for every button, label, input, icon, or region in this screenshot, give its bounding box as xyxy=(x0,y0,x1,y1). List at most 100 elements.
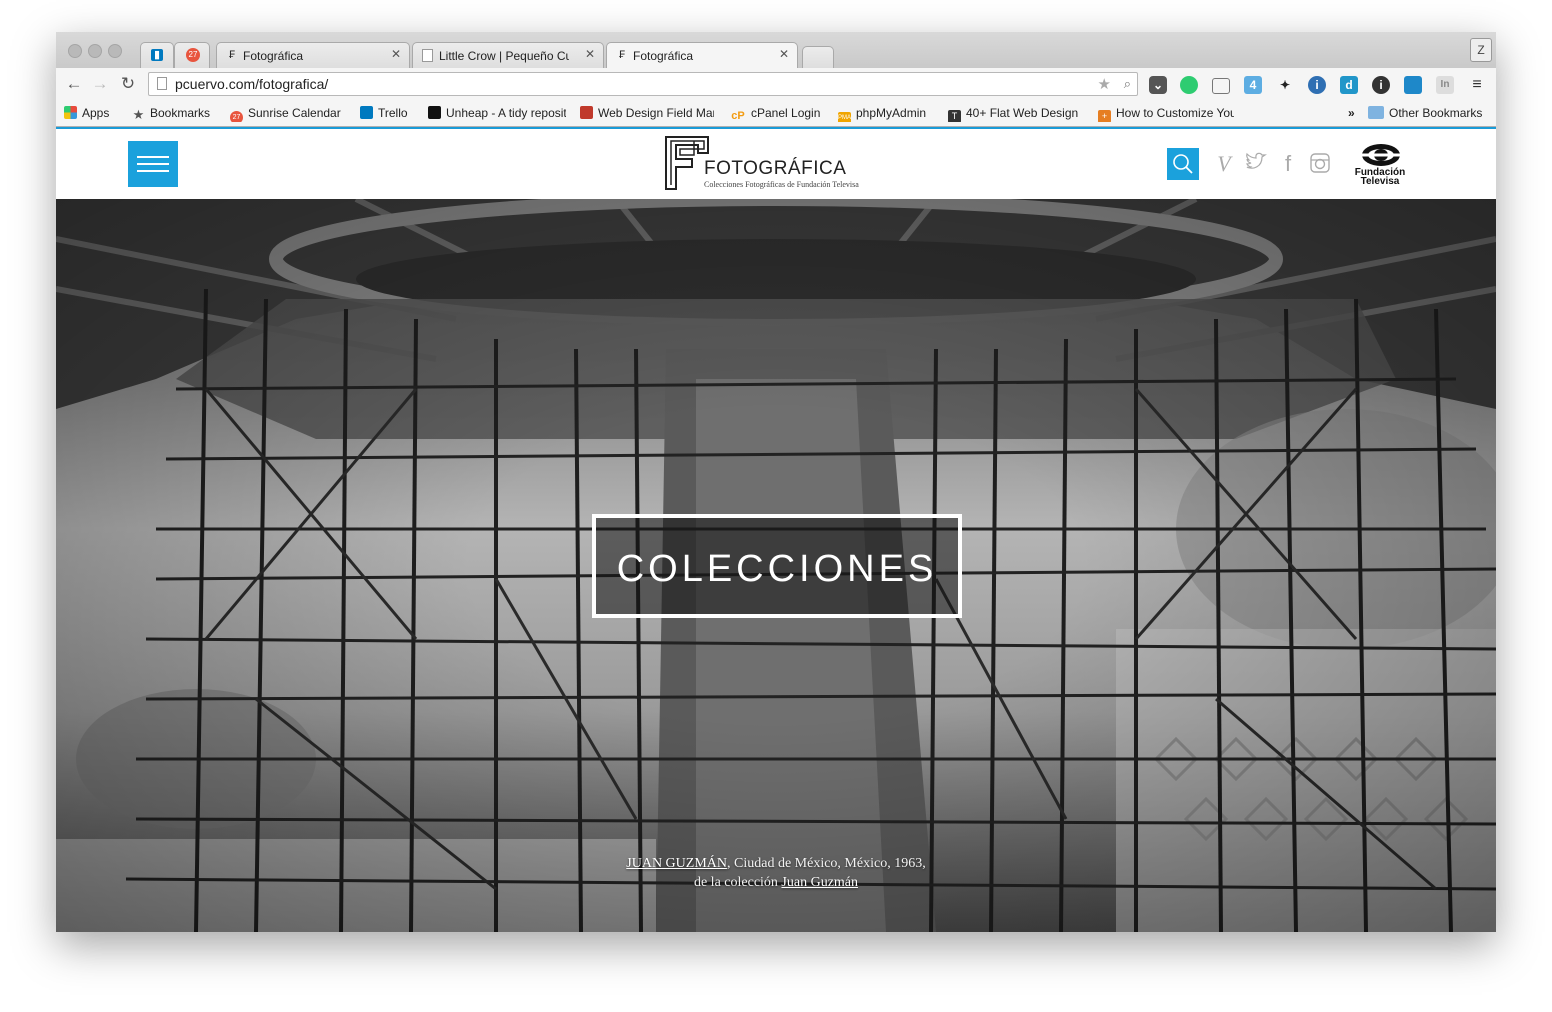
onepassword-icon[interactable]: i xyxy=(1372,76,1390,94)
close-icon[interactable]: ✕ xyxy=(585,47,595,61)
unheap-icon xyxy=(428,106,441,119)
bookmark-trello[interactable]: Trello xyxy=(360,106,408,122)
bookmark-other[interactable]: Other Bookmarks xyxy=(1368,106,1482,122)
bookmark-star-icon[interactable]: ★ xyxy=(1098,75,1111,93)
tab-little-crow[interactable]: Little Crow | Pequeño Cuervo ✕ xyxy=(412,42,604,68)
caption-line-2: de la colección Juan Guzmán xyxy=(526,873,1026,892)
evernote-icon[interactable] xyxy=(1180,76,1198,94)
bookmark-sunrise[interactable]: 27 Sunrise Calendar xyxy=(230,106,341,122)
fundacion-line2: Televisa xyxy=(1360,176,1400,187)
browser-toolbar: ← → ↻ pcuervo.com/fotografica/ ★ ⌕ ⌄ 4 ✦… xyxy=(56,68,1496,102)
hamburger-menu-button[interactable] xyxy=(128,141,178,187)
hero-title: COLECCIONES xyxy=(616,548,938,590)
bookmarks-overflow-button[interactable]: » xyxy=(1348,106,1355,122)
new-tab-button[interactable] xyxy=(802,46,834,68)
bookmark-label: Apps xyxy=(82,106,110,120)
chrome-menu-icon[interactable]: ≡ xyxy=(1468,76,1486,94)
bookmark-label: Other Bookmarks xyxy=(1389,106,1483,120)
bookmark-label: Bookmarks xyxy=(150,106,211,120)
d-extension-icon[interactable]: d xyxy=(1340,76,1358,94)
tab-fotografica-1[interactable]: ₣ Fotográfica ✕ xyxy=(216,42,410,68)
ninja-icon[interactable]: ✦ xyxy=(1276,76,1294,94)
ghostery-icon[interactable]: 4 xyxy=(1244,76,1262,94)
collection-link[interactable]: Juan Guzmán xyxy=(781,875,858,890)
photo-caption: JUAN GUZMÁN, Ciudad de México, México, 1… xyxy=(526,854,1026,892)
close-icon[interactable]: ✕ xyxy=(779,47,789,61)
search-button[interactable] xyxy=(1167,148,1199,180)
bookmark-label: Unheap - A tidy repository xyxy=(446,106,566,120)
caption-from: de la colección xyxy=(693,875,782,890)
close-icon[interactable]: ✕ xyxy=(391,47,401,61)
bookmark-cpanel[interactable]: cP cPanel Login xyxy=(730,106,820,122)
browser-window: ▮ 27 ₣ Fotográfica ✕ Little Crow | Peque… xyxy=(56,32,1496,932)
close-window-button[interactable] xyxy=(68,44,82,58)
fundacion-name: Fundación Televisa xyxy=(1346,168,1414,187)
magnifier-icon[interactable]: ⌕ xyxy=(1124,76,1131,92)
bookmark-label: Trello xyxy=(378,106,408,120)
minimize-window-button[interactable] xyxy=(88,44,102,58)
tab-label: Fotográfica xyxy=(243,49,304,63)
tab-trello[interactable]: ▮ xyxy=(140,42,174,68)
maximize-window-button[interactable] xyxy=(108,44,122,58)
calendar-27-icon: 27 xyxy=(186,48,200,62)
bookmark-unheap[interactable]: Unheap - A tidy repository xyxy=(428,106,566,122)
fotografica-icon: ₣ xyxy=(228,49,236,61)
logo-name: FOTOGRÁFICA xyxy=(704,158,847,179)
profile-button[interactable]: Z xyxy=(1470,38,1492,62)
twitter-icon[interactable] xyxy=(1244,152,1268,176)
apps-grid-icon xyxy=(64,106,77,119)
fotografica-icon: ₣ xyxy=(618,49,626,61)
bookmark-customize[interactable]: + How to Customize Your xyxy=(1098,106,1234,122)
site-header: FOTOGRÁFICA Colecciones Fotográficas de … xyxy=(56,129,1496,199)
bookmark-label: 40+ Flat Web Design xyxy=(966,106,1079,120)
bookmark-wdfm[interactable]: Web Design Field Manual xyxy=(580,106,714,122)
fundacion-televisa-logo[interactable]: Fundación Televisa xyxy=(1346,143,1416,187)
bookmarks-bar: Apps ★ Bookmarks 27 Sunrise Calendar Trell… xyxy=(56,102,1496,127)
url-text: pcuervo.com/fotografica/ xyxy=(175,76,329,92)
folder-icon xyxy=(1368,106,1384,119)
instagram-icon[interactable] xyxy=(1308,152,1332,176)
caption-line-1: JUAN GUZMÁN, Ciudad de México, México, 1… xyxy=(526,854,1026,873)
bookmark-label: phpMyAdmin xyxy=(856,106,927,120)
televisa-eye-icon xyxy=(1361,144,1401,166)
cast-icon[interactable] xyxy=(1212,78,1230,94)
address-bar[interactable]: pcuervo.com/fotografica/ ★ ⌕ xyxy=(148,72,1138,96)
tab-calendar[interactable]: 27 xyxy=(174,42,210,68)
calendar-27-icon: 27 xyxy=(230,111,243,122)
author-link[interactable]: JUAN GUZMÁN xyxy=(626,856,727,871)
vimeo-icon[interactable]: V xyxy=(1212,152,1236,176)
bookmark-phpmyadmin[interactable]: PMA phpMyAdmin xyxy=(838,106,926,122)
facebook-icon[interactable]: f xyxy=(1276,152,1300,176)
tab-fotografica-active[interactable]: ₣ Fotográfica ✕ xyxy=(606,42,798,68)
page-icon xyxy=(157,77,167,90)
page-icon xyxy=(422,49,433,62)
reload-icon[interactable]: ↻ xyxy=(118,74,138,94)
menu-line xyxy=(137,163,169,165)
tab-strip: ▮ 27 ₣ Fotográfica ✕ Little Crow | Peque… xyxy=(56,32,1496,68)
menu-line xyxy=(137,170,169,172)
hero-section: COLECCIONES JUAN GUZMÁN, Ciudad de Méxic… xyxy=(56,199,1496,932)
plus-icon: + xyxy=(1098,110,1111,122)
caption-place: , Ciudad de México, México, 1963, xyxy=(727,856,926,871)
linkedin-icon[interactable]: In xyxy=(1436,76,1454,94)
colecciones-title-button[interactable]: COLECCIONES xyxy=(592,514,962,618)
star-icon: ★ xyxy=(132,107,145,122)
bookmark-label: How to Customize Your xyxy=(1116,106,1234,120)
wdfm-icon xyxy=(580,106,593,119)
back-arrow-icon[interactable]: ← xyxy=(64,74,84,94)
pocket-icon[interactable]: ⌄ xyxy=(1149,76,1167,94)
phpmyadmin-icon: PMA xyxy=(838,112,851,122)
trello-icon xyxy=(360,106,373,119)
info-icon[interactable]: i xyxy=(1308,76,1326,94)
bookmark-apps[interactable]: Apps xyxy=(64,106,109,122)
cpanel-icon: cP xyxy=(731,110,745,122)
box-icon[interactable] xyxy=(1404,76,1422,94)
bookmark-label: cPanel Login xyxy=(751,106,821,120)
tab-label: Little Crow | Pequeño Cuervo xyxy=(439,49,569,63)
bookmark-label: Sunrise Calendar xyxy=(248,106,341,120)
forward-arrow-icon[interactable]: → xyxy=(90,74,110,94)
bookmark-flat-design[interactable]: T 40+ Flat Web Design xyxy=(948,106,1082,122)
bookmark-bookmarks[interactable]: ★ Bookmarks xyxy=(132,106,210,122)
site-logo[interactable]: FOTOGRÁFICA Colecciones Fotográficas de … xyxy=(664,135,894,195)
logo-tagline: Colecciones Fotográficas de Fundación Te… xyxy=(704,180,859,189)
